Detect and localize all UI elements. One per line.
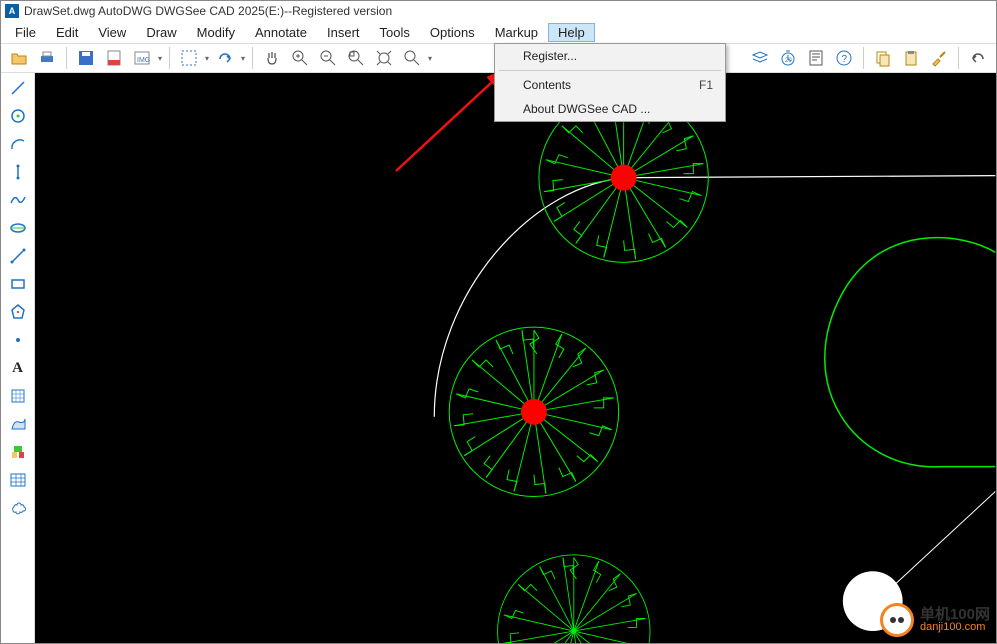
watermark-text-url: danji100.com xyxy=(920,622,990,633)
menu-tools[interactable]: Tools xyxy=(370,23,420,42)
menu-modify[interactable]: Modify xyxy=(187,23,245,42)
draw-toolbar: A xyxy=(1,73,35,643)
toolbar-sep xyxy=(169,47,170,69)
toolbar-sep xyxy=(252,47,253,69)
save-button[interactable] xyxy=(74,46,98,70)
table-tool[interactable] xyxy=(7,469,29,491)
text-tool[interactable]: A xyxy=(7,357,29,379)
toolbar-dropdown-1[interactable]: ▾ xyxy=(156,54,164,63)
pan-button[interactable] xyxy=(260,46,284,70)
brush-button[interactable] xyxy=(927,46,951,70)
zoom-in-button[interactable] xyxy=(288,46,312,70)
circle-tool[interactable] xyxy=(7,105,29,127)
title-bar: A DrawSet.dwg AutoDWG DWGSee CAD 2025(E:… xyxy=(1,1,996,21)
help-register-item[interactable]: Register... xyxy=(495,44,725,68)
export-pdf-button[interactable] xyxy=(102,46,126,70)
spline-tool[interactable] xyxy=(7,189,29,211)
undo-button[interactable] xyxy=(966,46,990,70)
hatch-tool[interactable] xyxy=(7,385,29,407)
toolbar-dropdown-2[interactable]: ▾ xyxy=(203,54,211,63)
app-icon: A xyxy=(5,4,19,18)
menu-shortcut: F1 xyxy=(699,78,713,92)
revision-cloud-tool[interactable] xyxy=(7,497,29,519)
polyline-tool[interactable] xyxy=(7,245,29,267)
menu-file[interactable]: File xyxy=(5,23,46,42)
toolbar-sep xyxy=(863,47,864,69)
open-button[interactable] xyxy=(7,46,31,70)
menu-bar: File Edit View Draw Modify Annotate Inse… xyxy=(1,21,996,43)
help-about-item[interactable]: About DWGSee CAD ... xyxy=(495,97,725,121)
window-title: DrawSet.dwg AutoDWG DWGSee CAD 2025(E:)-… xyxy=(24,4,392,18)
toolbar-dropdown-3[interactable]: ▾ xyxy=(239,54,247,63)
select-window-button[interactable] xyxy=(177,46,201,70)
watermark: 单机100网 danji100.com xyxy=(880,603,990,637)
menu-item-label: Contents xyxy=(523,78,571,92)
svg-text:20: 20 xyxy=(785,58,792,64)
layers-button[interactable] xyxy=(748,46,772,70)
zoom-out-button[interactable] xyxy=(316,46,340,70)
arc-tool[interactable] xyxy=(7,133,29,155)
help-contents-item[interactable]: Contents F1 xyxy=(495,73,725,97)
menu-view[interactable]: View xyxy=(88,23,136,42)
toolbar-sep xyxy=(958,47,959,69)
point-tool[interactable] xyxy=(7,329,29,351)
line-tool[interactable] xyxy=(7,77,29,99)
watermark-text-cn: 单机100网 xyxy=(920,607,990,622)
rectangle-tool[interactable] xyxy=(7,273,29,295)
svg-text:IMG: IMG xyxy=(137,57,150,64)
toolbar-sep xyxy=(66,47,67,69)
menu-annotate[interactable]: Annotate xyxy=(245,23,317,42)
zoom-window-button[interactable] xyxy=(344,46,368,70)
menu-item-label: Register... xyxy=(523,49,577,63)
menu-help[interactable]: Help xyxy=(548,23,595,42)
menu-item-label: About DWGSee CAD ... xyxy=(523,102,650,116)
watermark-icon xyxy=(880,603,914,637)
menu-separator xyxy=(499,70,721,71)
menu-draw[interactable]: Draw xyxy=(136,23,186,42)
svg-text:?: ? xyxy=(842,54,848,65)
redo-button[interactable] xyxy=(213,46,237,70)
paste-button[interactable] xyxy=(899,46,923,70)
timer-button[interactable]: 20 xyxy=(776,46,800,70)
print-button[interactable] xyxy=(35,46,59,70)
properties-button[interactable] xyxy=(804,46,828,70)
copy-button[interactable] xyxy=(871,46,895,70)
block-tool[interactable] xyxy=(7,441,29,463)
export-image-button[interactable]: IMG xyxy=(130,46,154,70)
menu-insert[interactable]: Insert xyxy=(317,23,370,42)
help-button[interactable]: ? xyxy=(832,46,856,70)
menu-options[interactable]: Options xyxy=(420,23,485,42)
menu-edit[interactable]: Edit xyxy=(46,23,88,42)
ellipse-tool[interactable] xyxy=(7,217,29,239)
region-tool[interactable] xyxy=(7,413,29,435)
polyline-vert-tool[interactable] xyxy=(7,161,29,183)
polygon-tool[interactable] xyxy=(7,301,29,323)
menu-markup[interactable]: Markup xyxy=(485,23,548,42)
help-dropdown-menu: Register... Contents F1 About DWGSee CAD… xyxy=(494,43,726,122)
